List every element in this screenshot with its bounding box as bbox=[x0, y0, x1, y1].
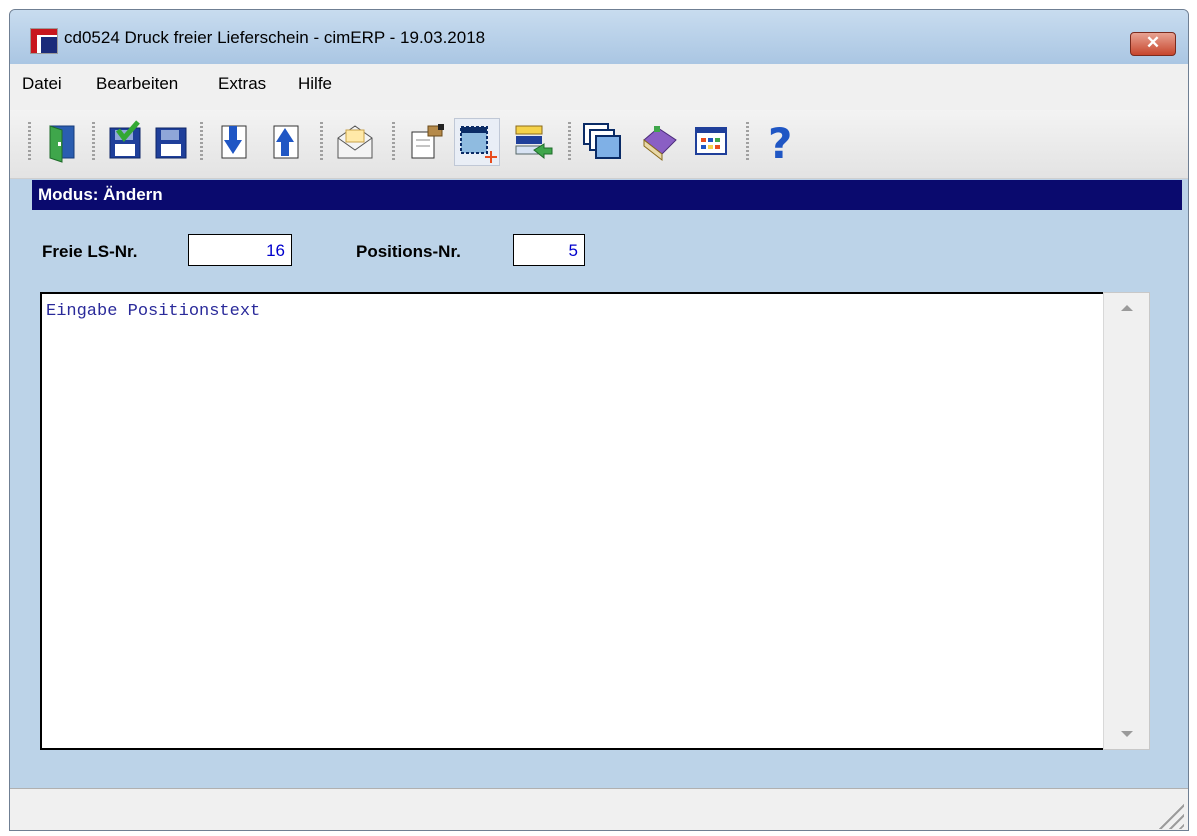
help-icon[interactable]: ? bbox=[758, 118, 804, 168]
close-button[interactable]: ✕ bbox=[1130, 32, 1176, 56]
scroll-down-icon[interactable] bbox=[1121, 731, 1133, 737]
position-number-field[interactable]: 5 bbox=[513, 234, 585, 266]
scroll-up-icon[interactable] bbox=[1121, 305, 1133, 311]
toolbar-grip bbox=[392, 122, 395, 162]
resize-grip-icon[interactable] bbox=[1158, 803, 1184, 829]
app-logo-icon bbox=[30, 28, 58, 54]
menu-hilfe[interactable]: Hilfe bbox=[298, 74, 332, 94]
arrow-down-doc-icon[interactable] bbox=[210, 118, 256, 166]
print-preview-icon[interactable] bbox=[404, 118, 450, 166]
position-number-label: Positions-Nr. bbox=[356, 242, 461, 261]
mode-label: Modus: Ändern bbox=[38, 185, 163, 204]
vertical-scrollbar[interactable] bbox=[1103, 292, 1150, 750]
save-check-icon[interactable] bbox=[102, 118, 148, 166]
toolbar-grip bbox=[200, 122, 203, 162]
window-title: cd0524 Druck freier Lieferschein - cimER… bbox=[64, 28, 486, 47]
grid-table-icon[interactable] bbox=[688, 118, 734, 166]
toolbar-grip bbox=[28, 122, 31, 162]
save-icon[interactable] bbox=[148, 118, 194, 166]
svg-text:?: ? bbox=[768, 119, 792, 166]
toolbar-grip bbox=[746, 122, 749, 162]
toolbar: ? bbox=[10, 110, 1188, 179]
mode-bar: Modus: Ändern bbox=[32, 180, 1182, 210]
book-icon[interactable] bbox=[636, 118, 682, 166]
toolbar-grip bbox=[568, 122, 571, 162]
toolbar-grip bbox=[92, 122, 95, 162]
toolbar-grip bbox=[320, 122, 323, 162]
menu-bar: Datei Bearbeiten Extras Hilfe bbox=[10, 64, 1188, 111]
menu-datei[interactable]: Datei bbox=[22, 74, 62, 94]
main-window: cd0524 Druck freier Lieferschein - cimER… bbox=[9, 9, 1189, 831]
new-window-icon[interactable] bbox=[454, 118, 500, 166]
title-bar: cd0524 Druck freier Lieferschein - cimER… bbox=[10, 10, 1188, 64]
status-bar bbox=[10, 788, 1188, 830]
envelope-icon[interactable] bbox=[332, 118, 378, 166]
menu-extras[interactable]: Extras bbox=[218, 74, 266, 94]
arrow-up-doc-icon[interactable] bbox=[262, 118, 308, 166]
transfer-list-icon[interactable] bbox=[510, 118, 556, 166]
menu-bearbeiten[interactable]: Bearbeiten bbox=[96, 74, 178, 94]
position-text-container: Eingabe Positionstext bbox=[40, 292, 1150, 750]
windows-cascade-icon[interactable] bbox=[580, 118, 626, 166]
ls-number-label: Freie LS-Nr. bbox=[42, 242, 138, 261]
position-text-area[interactable]: Eingabe Positionstext bbox=[40, 292, 1103, 750]
exit-door-icon[interactable] bbox=[40, 118, 86, 166]
ls-number-field[interactable]: 16 bbox=[188, 234, 292, 266]
